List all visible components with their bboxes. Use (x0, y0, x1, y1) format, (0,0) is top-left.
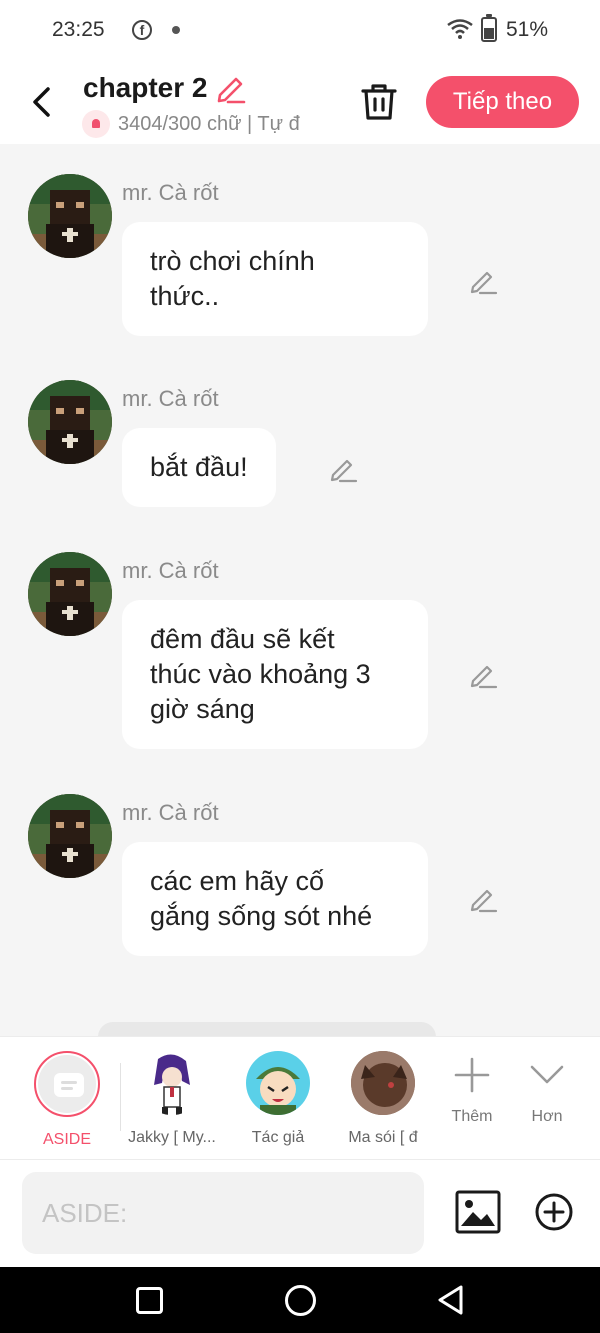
character-bar: ASIDE Jakky [ My... Tác giả Ma sói [đ T… (0, 1036, 600, 1160)
avatar[interactable] (28, 794, 112, 878)
sender-name: mr. Cà rốt (122, 800, 219, 825)
wifi-icon (447, 19, 473, 39)
word-count-row: 3404/300 chữ | Tự đ (82, 110, 332, 138)
message-bubble[interactable]: trò chơi chính thức.. (122, 222, 428, 336)
divider (120, 1063, 121, 1131)
character-jakky[interactable]: Jakky [ My... (122, 1051, 222, 1147)
message-bubble[interactable]: các em hãy cố gắng sống sót nhé (122, 842, 428, 956)
back-icon[interactable] (26, 80, 58, 124)
edit-message-icon[interactable] (468, 884, 498, 914)
avatar[interactable] (28, 380, 112, 464)
nav-back-icon[interactable] (436, 1284, 466, 1316)
plus-icon (454, 1057, 490, 1093)
editor-header: chapter 2 3404/300 chữ | Tự đ Tiếp theo (0, 62, 600, 144)
chevron-down-icon (530, 1065, 564, 1084)
system-nav-bar (0, 1267, 600, 1333)
avatar[interactable] (28, 174, 112, 258)
edit-message-icon[interactable] (468, 660, 498, 690)
add-character-button[interactable]: Thêm (442, 1057, 502, 1126)
add-circle-icon[interactable] (534, 1192, 574, 1232)
recents-icon[interactable] (136, 1287, 163, 1314)
battery-percent: 51% (506, 18, 549, 41)
character-tac-gia[interactable]: Tác giả (228, 1051, 328, 1147)
edit-title-icon[interactable] (214, 72, 246, 104)
character-name: ASIDE (42, 1131, 91, 1148)
more-label: Hơn (531, 1108, 563, 1125)
character-name: Ma sói [ đ (348, 1129, 418, 1146)
status-bar: 23:25 f 51% (0, 0, 600, 62)
notification-dot-icon (172, 26, 180, 34)
home-icon[interactable] (285, 1285, 316, 1316)
sender-name: mr. Cà rốt (122, 558, 219, 583)
facebook-icon: f (132, 20, 152, 40)
message-bubble[interactable]: bắt đầu! (122, 428, 276, 507)
next-button[interactable]: Tiếp theo (426, 76, 579, 128)
avatar (351, 1051, 415, 1115)
caption-icon (54, 1073, 84, 1097)
bell-icon (82, 110, 110, 138)
aside-avatar (34, 1051, 100, 1117)
character-name: Jakky [ My... (128, 1129, 216, 1146)
character-name: Tác giả (251, 1129, 305, 1146)
more-button[interactable]: Hơn (517, 1057, 577, 1126)
word-count-text: 3404/300 chữ | Tự đ (118, 112, 300, 135)
image-icon[interactable] (455, 1190, 501, 1234)
avatar (246, 1051, 310, 1115)
sender-name: mr. Cà rốt (122, 180, 219, 205)
chat-area[interactable]: mr. Cà rốt trò chơi chính thức.. mr. Cà … (0, 144, 600, 1036)
chapter-title[interactable]: chapter 2 (83, 72, 208, 104)
sender-name: mr. Cà rốt (122, 386, 219, 411)
partial-message-bubble (98, 1022, 436, 1036)
composer (0, 1160, 600, 1267)
edit-message-icon[interactable] (468, 266, 498, 296)
trash-icon[interactable] (360, 82, 398, 122)
character-aside[interactable]: ASIDE (17, 1051, 117, 1149)
edit-message-icon[interactable] (328, 454, 358, 484)
add-label: Thêm (451, 1108, 493, 1125)
character-ma-soi[interactable]: Ma sói [ đ (333, 1051, 433, 1147)
message-input[interactable] (22, 1172, 424, 1254)
avatar (140, 1051, 204, 1115)
avatar[interactable] (28, 552, 112, 636)
battery-icon (481, 14, 497, 42)
status-time: 23:25 (52, 18, 105, 41)
message-bubble[interactable]: đêm đầu sẽ kết thúc vào khoảng 3 giờ sán… (122, 600, 428, 749)
